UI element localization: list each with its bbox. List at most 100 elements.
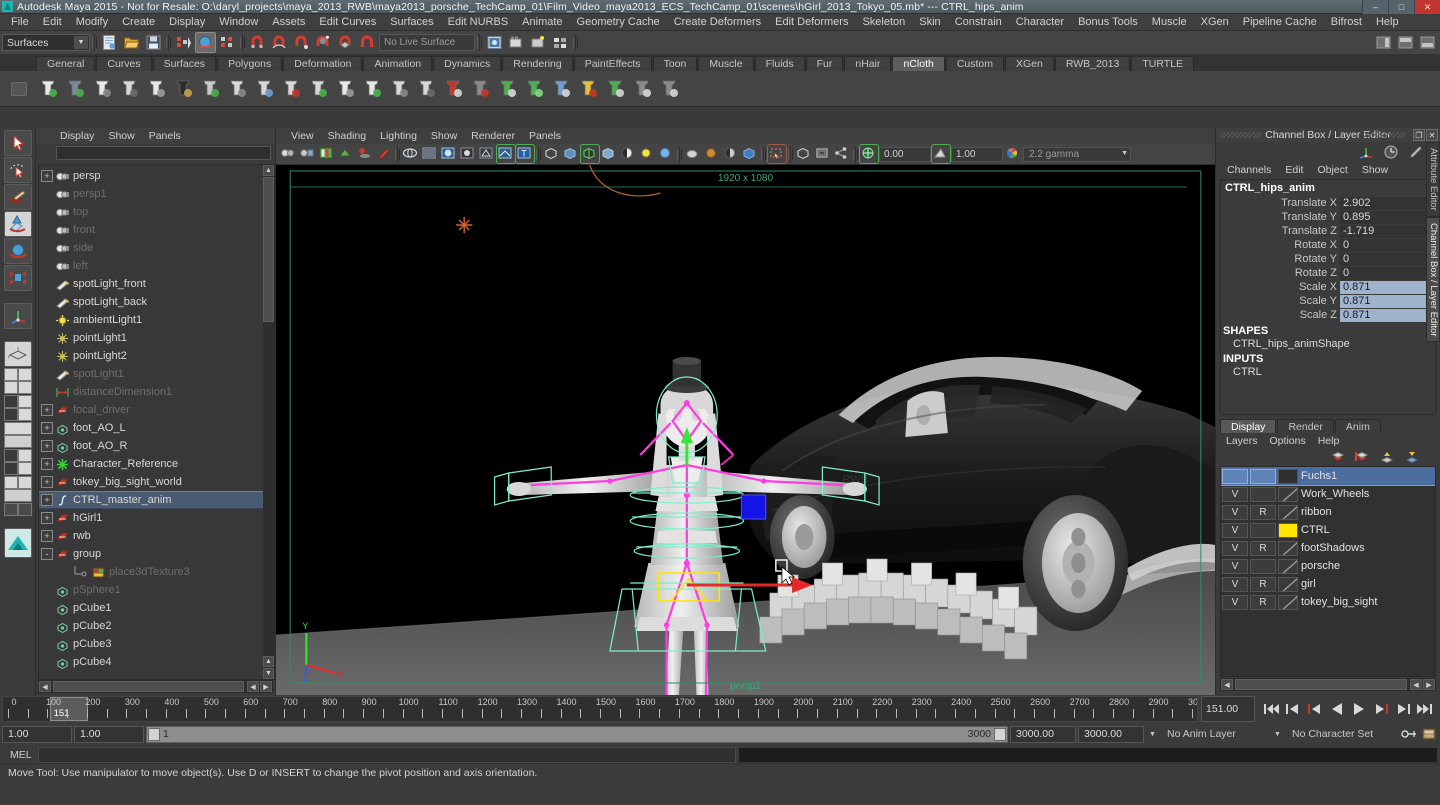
layer-list[interactable]: Fuchs1 V Work_Wheels V Rribbon V CTRL V RfootSha… [1220,466,1436,677]
shelf-icon-grid-green2[interactable] [495,76,521,102]
channel-value[interactable]: 0.871 [1340,308,1435,322]
scroll-right-icon-2[interactable]: ▶ [1423,679,1435,690]
chevron-down-icon[interactable]: ▼ [74,36,88,49]
menu-create[interactable]: Create [115,14,162,31]
polygon-display-icon[interactable] [562,145,580,163]
shelf-icon-grid-ball[interactable] [252,76,278,102]
layer-row-ctrl[interactable]: V CTRL [1221,521,1435,539]
menu-assets[interactable]: Assets [265,14,312,31]
channel-row-scale-y[interactable]: Scale Y 0.871 [1221,294,1435,308]
gain-icon[interactable] [931,144,951,164]
close-button[interactable]: ✕ [1414,0,1440,14]
expand-toggle[interactable]: + [41,530,53,542]
layer-render-toggle[interactable]: R [1250,540,1276,556]
shelf-tab-fur[interactable]: Fur [805,56,844,71]
layer-visibility-toggle[interactable]: V [1222,540,1248,556]
render-current-frame-icon[interactable] [506,32,527,53]
two-sided-lighting-icon[interactable] [337,145,355,163]
layer-row-porsche[interactable]: Vporsche [1221,557,1435,575]
viewport-menu-shading[interactable]: Shading [321,130,374,142]
lighting-quality-icon[interactable] [619,145,637,163]
channel-value[interactable]: 0.895 [1340,210,1435,224]
motion-blur-icon[interactable] [684,145,702,163]
time-slider[interactable]: 151 0 100 200 300 400 500 600 700 800 900 1000 1100… [2,696,1198,722]
attribute-editor-toggle-icon[interactable] [1417,32,1438,53]
menu-xgen[interactable]: XGen [1194,14,1236,31]
maximize-button[interactable]: □ [1388,0,1414,14]
outliner-item-psphere1[interactable]: pSphere1 [39,581,274,599]
layer-color-swatch[interactable] [1278,468,1298,484]
expand-toggle[interactable]: + [41,476,53,488]
outliner-item-persp1[interactable]: persp1 [39,185,274,203]
four-view-layout-icon[interactable] [3,368,32,394]
viewport-menu-panels[interactable]: Panels [522,130,568,142]
outliner-search-input[interactable] [56,146,271,160]
playback-start-field[interactable]: 1.00 [74,725,144,743]
anim-layer-caret-icon[interactable]: ▼ [1146,726,1159,743]
outliner-item-focal-driver[interactable]: + focal_driver [39,401,274,419]
side-tab-channel-box-layer-editor[interactable]: Channel Box / Layer Editor [1426,216,1440,343]
outliner-horizontal-scrollbar[interactable]: ◀ ◀ ▶ [38,680,273,693]
menu-muscle[interactable]: Muscle [1145,14,1194,31]
outliner-menu-panels[interactable]: Panels [143,130,187,142]
current-frame-field[interactable]: 151.00 [1201,696,1255,722]
new-layer-icon[interactable] [1326,446,1347,467]
outliner-item-pcube2[interactable]: pCube2 [39,617,274,635]
film-gate-icon[interactable] [814,145,832,163]
viewport-menu-renderer[interactable]: Renderer [464,130,522,142]
shelf-tab-muscle[interactable]: Muscle [698,56,754,71]
expand-toggle[interactable]: + [41,458,53,470]
shelf-icon-grid-green3[interactable] [522,76,548,102]
single-perspective-layout-icon[interactable] [3,341,32,367]
channel-value[interactable]: -1.719 [1340,224,1435,238]
channel-row-rotate-y[interactable]: Rotate Y0 [1221,252,1435,266]
new-layer-from-selected-icon[interactable] [1351,446,1372,467]
outliner-item-left[interactable]: left [39,257,274,275]
perspective-viewport[interactable]: RWB Y X Z 1920 x 1080 persp1 [276,165,1215,695]
scroll-down-arrow-icon[interactable]: ▲ [263,656,274,667]
shelf-tab-toon[interactable]: Toon [652,56,698,71]
layer-row-fuchs1[interactable]: Fuchs1 [1221,467,1435,486]
close-panel-button[interactable]: ✕ [1426,129,1438,141]
shelf-tab-fluids[interactable]: Fluids [754,56,805,71]
scale-tool-icon[interactable] [3,265,32,291]
select-camera-icon[interactable] [280,145,298,163]
layer-horizontal-scrollbar[interactable]: ◀ ◀ ▶ [1220,678,1436,691]
make-live-icon[interactable] [357,32,378,53]
layer-render-toggle[interactable] [1250,486,1276,502]
layer-color-swatch[interactable] [1278,594,1298,610]
outliner-menu-display[interactable]: Display [54,130,100,142]
exposure-icon[interactable] [859,144,879,164]
shelf-tab-polygons[interactable]: Polygons [217,56,283,71]
outliner-item-place3dtexture3[interactable]: place3dTexture3 [39,563,274,581]
channelbox-menu-edit[interactable]: Edit [1278,164,1310,176]
layer-color-swatch[interactable] [1278,522,1298,538]
layer-visibility-toggle[interactable]: V [1222,558,1248,574]
show-hide-editor-icon[interactable] [1373,32,1394,53]
character-set-caret-icon[interactable]: ▼ [1271,726,1284,743]
layer-color-swatch[interactable] [1278,486,1298,502]
layer-menu-layers[interactable]: Layers [1220,435,1264,447]
outliner-persp-layout-icon[interactable] [3,395,32,421]
color-management-icon[interactable] [1004,145,1022,163]
pencil-icon[interactable] [1405,142,1426,163]
scroll-thumb[interactable] [263,177,274,322]
shelf-options-handle[interactable] [8,71,30,106]
scroll-thumb-h[interactable] [1235,679,1407,690]
range-handle-right[interactable] [994,727,1006,741]
channelbox-menu-channels[interactable]: Channels [1220,164,1278,176]
layer-visibility-toggle[interactable]: V [1222,522,1248,538]
layer-render-toggle[interactable] [1250,522,1276,538]
menu-constrain[interactable]: Constrain [948,14,1009,31]
shelf-icon-grid-plain[interactable] [225,76,251,102]
outliner-item-top[interactable]: top [39,203,274,221]
shelf-icon-grid-yellow[interactable] [576,76,602,102]
shelf-icon-cloth-wrinkle[interactable] [387,76,413,102]
shelf-icon-shirt-checker[interactable] [117,76,143,102]
select-tool-icon[interactable] [3,130,32,156]
outliner-item-hgirl1[interactable]: + hGirl1 [39,509,274,527]
channel-box-toggle-icon[interactable] [1395,32,1416,53]
lasso-select-tool-icon[interactable] [3,157,32,183]
layer-visibility-toggle[interactable]: V [1222,504,1248,520]
shelf-tab-dynamics[interactable]: Dynamics [433,56,502,71]
